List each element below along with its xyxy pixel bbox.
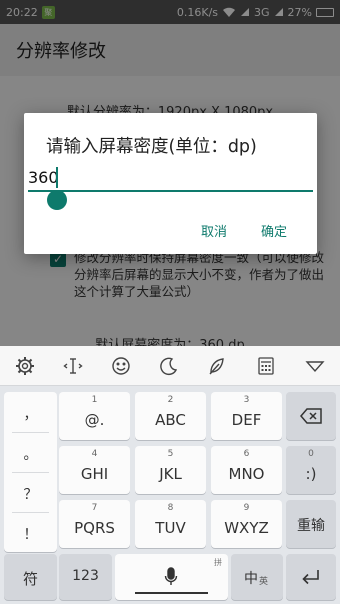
dialog-title: 请输入屏幕密度(单位：dp) <box>46 137 257 157</box>
key-7[interactable]: 7 PQRS <box>59 500 130 548</box>
input-underline <box>28 190 313 192</box>
key-5-label: JKL <box>159 465 182 483</box>
key-7-number: 7 <box>91 503 98 513</box>
backspace-icon <box>300 408 322 424</box>
key-8-label: TUV <box>155 519 186 537</box>
keyboard-toolbar <box>0 346 340 386</box>
key-0-label: :) <box>305 465 317 483</box>
space-hint: 拼 <box>214 558 222 567</box>
question-key[interactable]: ？ <box>4 484 57 504</box>
key-6[interactable]: 6 MNO <box>211 446 282 494</box>
key-3-label: DEF <box>231 411 262 429</box>
enter-key[interactable] <box>286 554 336 600</box>
key-1[interactable]: 1 @. <box>59 392 130 440</box>
divider <box>12 472 49 473</box>
comma-key[interactable]: ， <box>4 404 57 424</box>
period-key[interactable]: 。 <box>4 444 57 464</box>
density-input-dialog: 请输入屏幕密度(单位：dp) 360 取消 确定 <box>24 113 317 254</box>
key-1-number: 1 <box>91 395 98 405</box>
key-5-number: 5 <box>167 449 174 459</box>
key-0[interactable]: 0 :) <box>286 446 336 494</box>
gear-icon[interactable] <box>13 354 37 378</box>
key-6-label: MNO <box>228 465 265 483</box>
calculator-icon[interactable] <box>254 354 278 378</box>
symbol-label: 符 <box>22 570 38 588</box>
numeric-key[interactable]: 123 <box>59 554 112 600</box>
divider <box>12 512 49 513</box>
text-cursor <box>56 167 58 188</box>
collapse-keyboard-icon[interactable] <box>303 354 327 378</box>
language-switch-key[interactable]: 中 英 <box>231 554 283 600</box>
key-8[interactable]: 8 TUV <box>135 500 206 548</box>
symbol-key[interactable]: 符 <box>4 554 57 600</box>
moon-icon[interactable] <box>157 354 181 378</box>
reenter-key[interactable]: 重输 <box>286 500 336 548</box>
key-8-number: 8 <box>167 503 174 513</box>
enter-icon <box>302 570 319 585</box>
key-4[interactable]: 4 GHI <box>59 446 130 494</box>
key-2-number: 2 <box>167 395 174 405</box>
key-3[interactable]: 3 DEF <box>211 392 282 440</box>
key-0-number: 0 <box>308 449 314 459</box>
smiley-icon[interactable] <box>109 354 133 378</box>
microphone-icon <box>164 567 178 585</box>
key-9[interactable]: 9 WXYZ <box>211 500 282 548</box>
key-1-label: @. <box>84 411 105 429</box>
key-9-number: 9 <box>243 503 250 513</box>
density-input-value[interactable]: 360 <box>28 168 59 187</box>
key-6-number: 6 <box>243 449 250 459</box>
key-4-label: GHI <box>80 465 109 483</box>
feather-icon[interactable] <box>205 354 229 378</box>
key-9-label: WXYZ <box>224 519 269 537</box>
reenter-label: 重输 <box>297 518 325 534</box>
key-2[interactable]: 2 ABC <box>135 392 206 440</box>
space-bar-indicator <box>135 592 208 594</box>
language-sub-label: 英 <box>259 577 269 587</box>
divider <box>12 432 49 433</box>
key-2-label: ABC <box>155 411 186 429</box>
backspace-key[interactable] <box>286 392 336 440</box>
screen: { "status_bar": { "time": "20:22", "noti… <box>0 0 340 604</box>
space-key[interactable]: 拼 <box>115 554 228 600</box>
key-5[interactable]: 5 JKL <box>135 446 206 494</box>
key-3-number: 3 <box>243 395 250 405</box>
density-input-field[interactable]: 360 <box>24 163 317 193</box>
cancel-button[interactable]: 取消 <box>197 219 231 242</box>
exclamation-key[interactable]: ！ <box>4 524 57 544</box>
language-main-label: 中 <box>244 571 258 587</box>
text-selection-handle[interactable] <box>47 190 67 210</box>
cursor-icon[interactable] <box>61 354 85 378</box>
punctuation-column: ， 。 ？ ！ <box>4 392 57 552</box>
key-7-label: PQRS <box>74 519 115 537</box>
key-4-number: 4 <box>91 449 98 459</box>
soft-keyboard: ， 。 ？ ！ 1 @. 2 ABC 3 DEF 4 GHI 5 JKL 6 M… <box>0 346 340 604</box>
confirm-button[interactable]: 确定 <box>257 219 291 242</box>
numeric-label: 123 <box>72 568 99 584</box>
